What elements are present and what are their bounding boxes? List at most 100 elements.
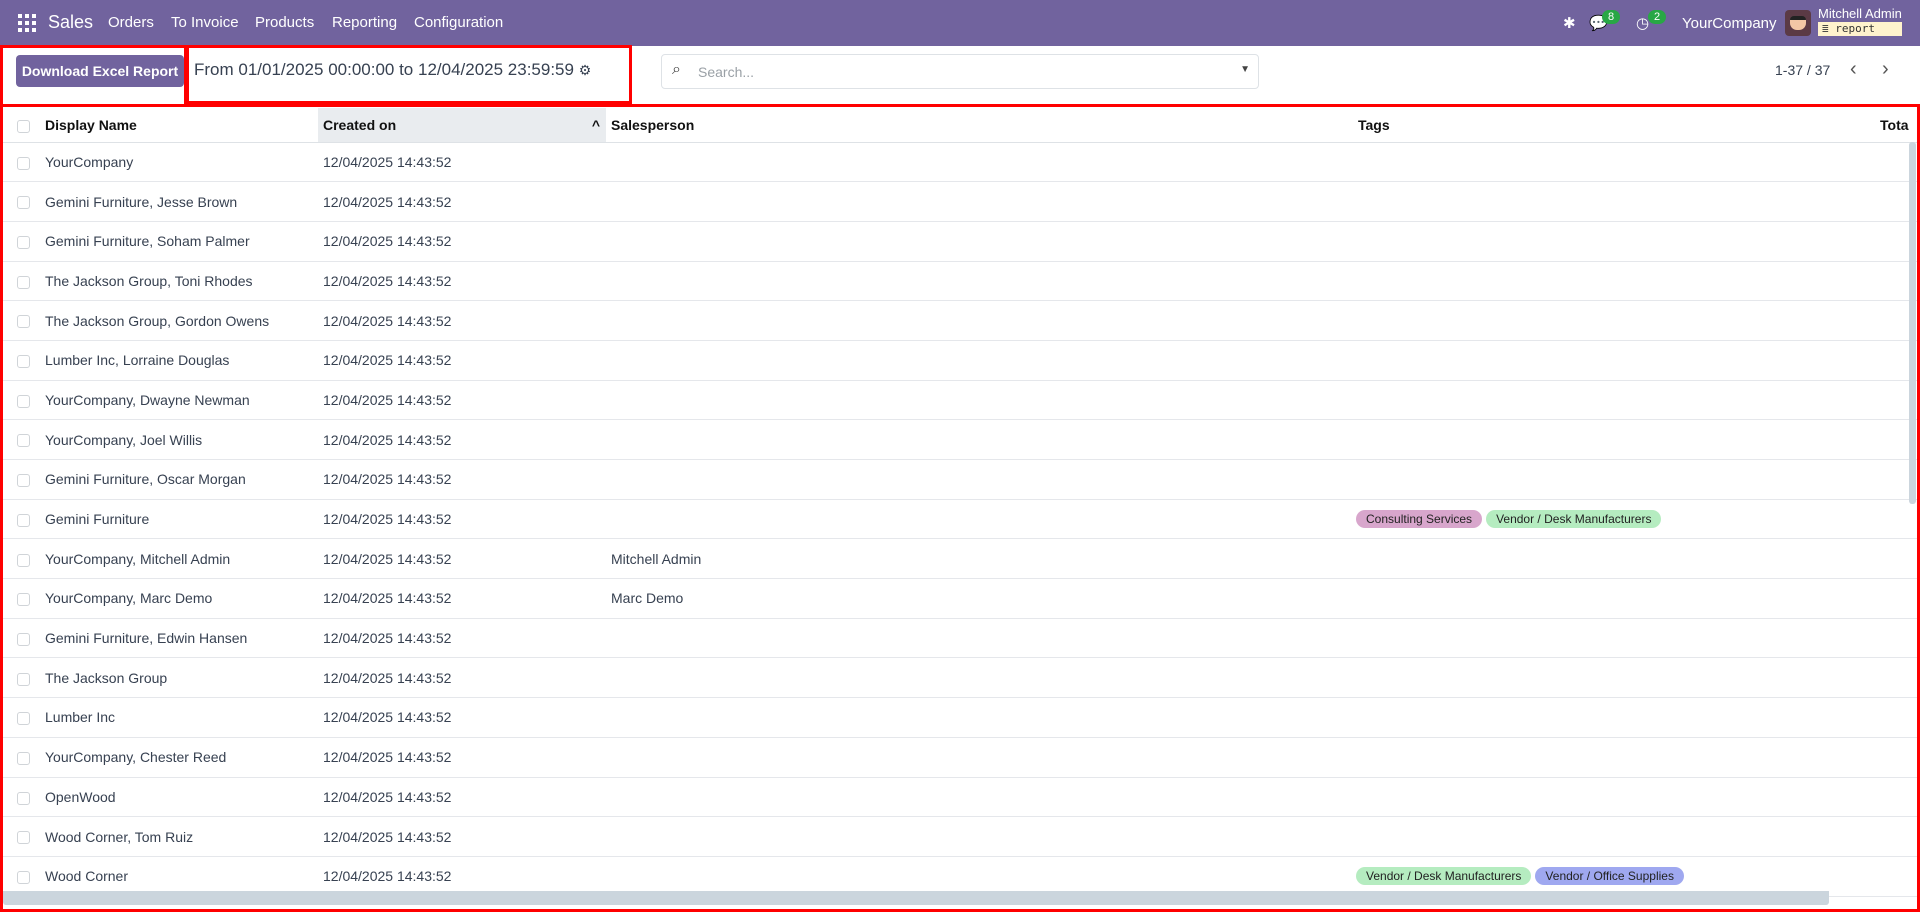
table-row[interactable]: Gemini Furniture, Soham Palmer 12/04/202… — [3, 221, 1917, 262]
pager-value[interactable]: 1-37 / 37 — [1775, 62, 1830, 78]
menu-orders[interactable]: Orders — [108, 14, 154, 31]
table-row[interactable]: Gemini Furniture, Oscar Morgan 12/04/202… — [3, 459, 1917, 500]
row-checkbox[interactable] — [3, 459, 43, 500]
row-checkbox[interactable] — [3, 697, 43, 738]
cell-display-name: OpenWood — [43, 777, 318, 818]
row-checkbox[interactable] — [3, 419, 43, 460]
row-checkbox[interactable] — [3, 380, 43, 421]
row-checkbox[interactable] — [3, 618, 43, 659]
horizontal-scrollbar[interactable] — [3, 891, 1829, 905]
search-icon: ⌕ — [672, 61, 681, 78]
company-switcher[interactable]: YourCompany — [1682, 0, 1777, 46]
messages-badge: 8 — [1602, 10, 1621, 24]
menu-products[interactable]: Products — [255, 14, 314, 31]
gear-icon[interactable]: ⚙ — [579, 62, 592, 78]
cell-salesperson: Marc Demo — [606, 578, 1354, 619]
cell-display-name: YourCompany, Dwayne Newman — [43, 380, 318, 421]
table-row[interactable]: YourCompany, Chester Reed 12/04/2025 14:… — [3, 737, 1917, 778]
tag-badge: Vendor / Desk Manufacturers — [1486, 510, 1662, 529]
row-checkbox[interactable] — [3, 300, 43, 341]
user-avatar[interactable] — [1785, 10, 1811, 36]
row-checkbox[interactable] — [3, 181, 43, 222]
cell-total — [1880, 856, 1917, 897]
cell-display-name: Lumber Inc — [43, 697, 318, 738]
cell-salesperson — [606, 697, 1354, 738]
row-checkbox[interactable] — [3, 816, 43, 857]
table-row[interactable]: YourCompany, Mitchell Admin 12/04/2025 1… — [3, 538, 1917, 580]
row-checkbox[interactable] — [3, 578, 43, 619]
pager-next-icon[interactable]: › — [1882, 58, 1889, 81]
cell-salesperson — [606, 221, 1354, 262]
cell-tags — [1354, 181, 1880, 222]
user-name[interactable]: Mitchell Admin — [1818, 7, 1902, 21]
table-row[interactable]: OpenWood 12/04/2025 14:43:52 — [3, 777, 1917, 818]
row-checkbox[interactable] — [3, 657, 43, 699]
row-checkbox[interactable] — [3, 142, 43, 183]
sort-ascending-icon: ^ — [591, 116, 600, 133]
cell-created-on: 12/04/2025 14:43:52 — [318, 380, 606, 421]
dropdown-toggle-icon[interactable]: ▼ — [1240, 64, 1250, 75]
table-row[interactable]: Wood Corner, Tom Ruiz 12/04/2025 14:43:5… — [3, 816, 1917, 857]
activities-badge: 2 — [1648, 10, 1667, 24]
database-label: report — [1835, 22, 1875, 35]
table-row[interactable]: Lumber Inc 12/04/2025 14:43:52 — [3, 697, 1917, 738]
row-checkbox[interactable] — [3, 499, 43, 540]
table-row[interactable]: The Jackson Group, Gordon Owens 12/04/20… — [3, 300, 1917, 341]
table-row[interactable]: YourCompany 12/04/2025 14:43:52 — [3, 142, 1917, 183]
cell-created-on: 12/04/2025 14:43:52 — [318, 142, 606, 183]
app-name[interactable]: Sales — [48, 12, 93, 33]
debug-icon[interactable]: ✱ — [1563, 0, 1576, 46]
table-row[interactable]: Lumber Inc, Lorraine Douglas 12/04/2025 … — [3, 340, 1917, 381]
cell-tags — [1354, 340, 1880, 381]
row-checkbox[interactable] — [3, 340, 43, 381]
cell-created-on: 12/04/2025 14:43:52 — [318, 697, 606, 738]
search-input[interactable]: ⌕ Search... ▼ — [661, 54, 1259, 89]
column-created-on[interactable]: Created on ^ — [318, 108, 606, 143]
pager-prev-icon[interactable]: ‹ — [1850, 58, 1857, 81]
app-grid-icon[interactable] — [18, 14, 36, 32]
cell-tags — [1354, 538, 1880, 580]
cell-salesperson — [606, 777, 1354, 818]
cell-tags — [1354, 657, 1880, 699]
cell-tags — [1354, 737, 1880, 778]
created-on-label: Created on — [323, 116, 397, 133]
cell-created-on: 12/04/2025 14:43:52 — [318, 340, 606, 381]
table-row[interactable]: The Jackson Group 12/04/2025 14:43:52 — [3, 657, 1917, 699]
table-row[interactable]: YourCompany, Dwayne Newman 12/04/2025 14… — [3, 380, 1917, 421]
tag-badge: Vendor / Office Supplies — [1535, 867, 1684, 886]
menu-reporting[interactable]: Reporting — [332, 14, 397, 31]
tag-badge: Vendor / Desk Manufacturers — [1356, 867, 1532, 886]
select-all-checkbox[interactable] — [3, 108, 43, 143]
column-total[interactable]: Tota — [1880, 108, 1917, 143]
cell-salesperson — [606, 459, 1354, 500]
row-checkbox[interactable] — [3, 538, 43, 580]
cell-created-on: 12/04/2025 14:43:52 — [318, 181, 606, 222]
download-excel-report-button[interactable]: Download Excel Report — [16, 55, 184, 87]
cell-display-name: The Jackson Group, Gordon Owens — [43, 300, 318, 341]
vertical-scrollbar[interactable] — [1909, 142, 1916, 504]
table-row[interactable]: The Jackson Group, Toni Rhodes 12/04/202… — [3, 261, 1917, 302]
table-row[interactable]: Gemini Furniture, Edwin Hansen 12/04/202… — [3, 618, 1917, 659]
menu-configuration[interactable]: Configuration — [414, 14, 503, 31]
table-row[interactable]: Gemini Furniture, Jesse Brown 12/04/2025… — [3, 181, 1917, 222]
date-range-text: From 01/01/2025 00:00:00 to 12/04/2025 2… — [194, 60, 574, 79]
column-salesperson[interactable]: Salesperson — [606, 108, 1354, 143]
cell-salesperson — [606, 618, 1354, 659]
column-tags[interactable]: Tags — [1354, 108, 1880, 143]
table-row[interactable]: YourCompany, Joel Willis 12/04/2025 14:4… — [3, 419, 1917, 460]
row-checkbox[interactable] — [3, 777, 43, 818]
activity-clock-icon[interactable]: ◷ — [1636, 0, 1649, 46]
cell-display-name: YourCompany, Marc Demo — [43, 578, 318, 619]
table-row[interactable]: Gemini Furniture 12/04/2025 14:43:52 Con… — [3, 499, 1917, 540]
cell-tags — [1354, 459, 1880, 500]
cell-salesperson — [606, 499, 1354, 540]
row-checkbox[interactable] — [3, 737, 43, 778]
table-row[interactable]: YourCompany, Marc Demo 12/04/2025 14:43:… — [3, 578, 1917, 619]
search-placeholder: Search... — [698, 64, 755, 80]
menu-to-invoice[interactable]: To Invoice — [171, 14, 239, 31]
row-checkbox[interactable] — [3, 221, 43, 262]
row-checkbox[interactable] — [3, 261, 43, 302]
column-display-name[interactable]: Display Name — [43, 108, 318, 143]
cell-tags — [1354, 380, 1880, 421]
cell-tags — [1354, 816, 1880, 857]
